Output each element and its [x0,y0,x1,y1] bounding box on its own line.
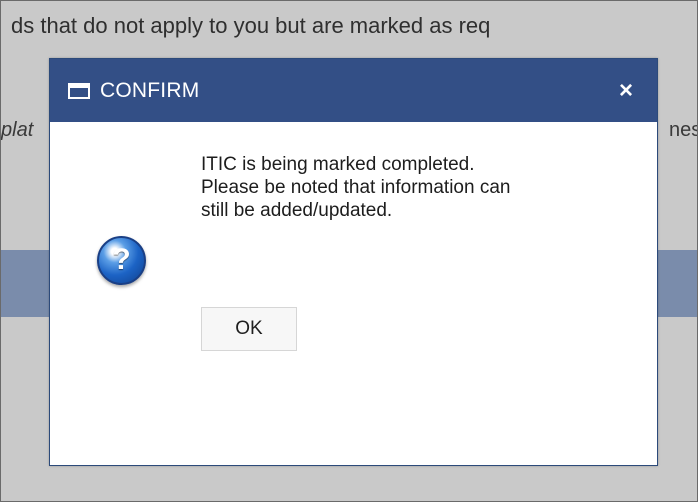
ok-button[interactable]: OK [201,307,297,351]
dialog-message: ITIC is being marked completed. Please b… [201,154,511,221]
background-text-line: ds that do not apply to you but are mark… [11,13,491,38]
page-frame: ds that do not apply to you but are mark… [0,0,698,502]
background-text-fragment-left: plat [1,119,34,141]
background-text-fragment-right: nes [669,119,697,141]
question-icon: ? [97,236,146,285]
window-icon [68,82,90,99]
dialog-title: CONFIRM [100,78,200,102]
close-button[interactable]: × [613,78,639,103]
dialog-header: CONFIRM × [50,59,657,122]
confirm-dialog: CONFIRM × ? ITIC is being marked complet… [49,58,658,466]
